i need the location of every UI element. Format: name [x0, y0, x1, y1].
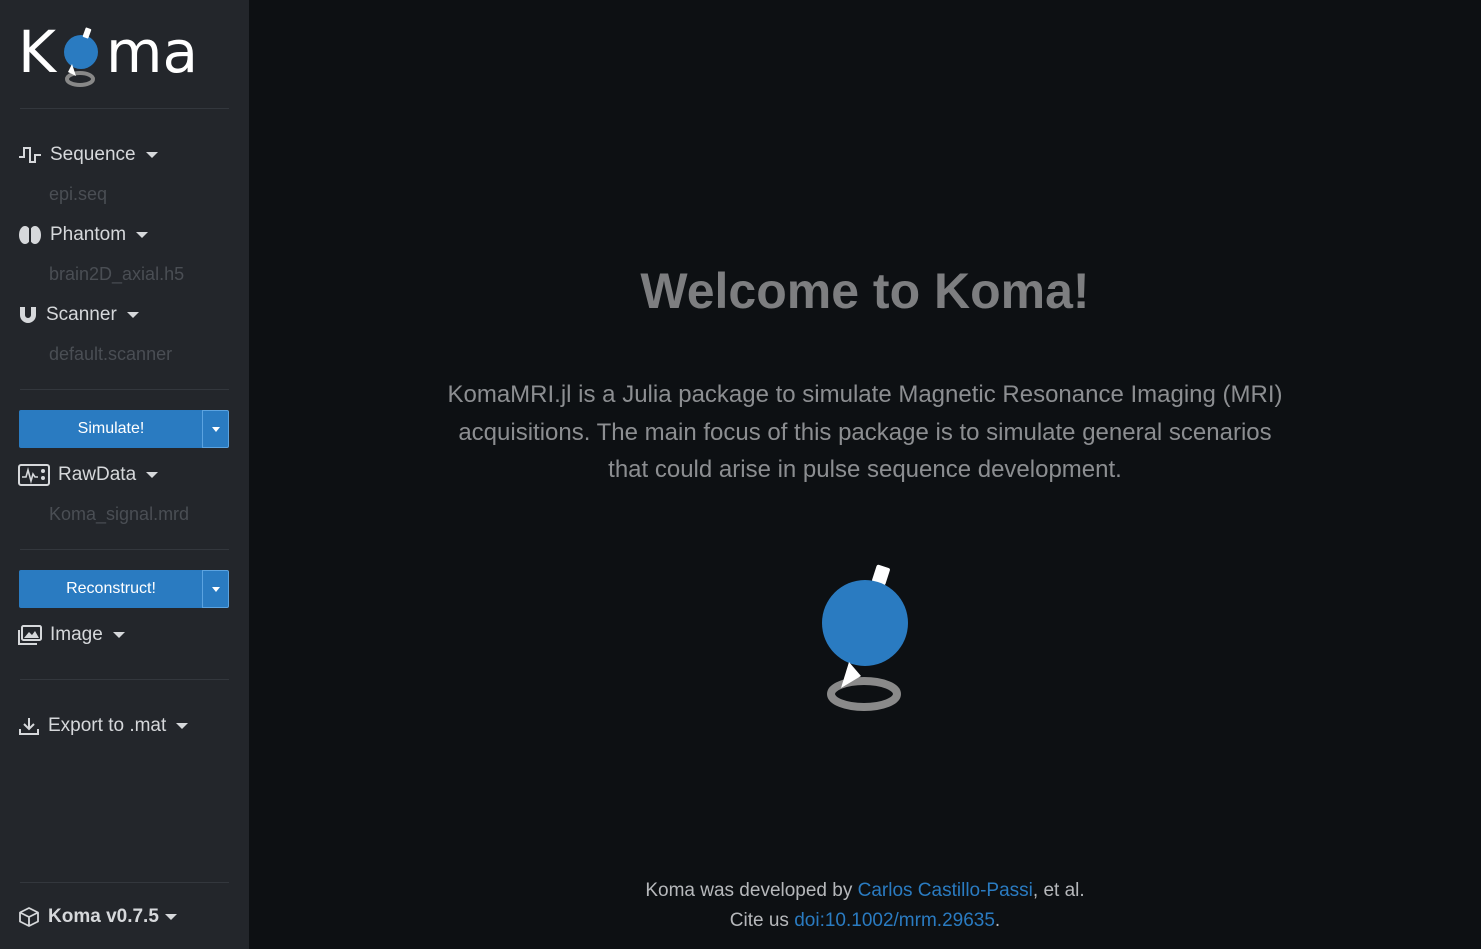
credits-line: Koma was developed by Carlos Castillo-Pa…: [249, 876, 1481, 906]
sidebar-divider: [20, 882, 229, 883]
sidebar-item-export[interactable]: Export to .mat: [18, 713, 189, 739]
rawdata-file-label: Koma_signal.mrd: [49, 504, 190, 524]
sidebar-item-scanner[interactable]: Scanner: [18, 302, 139, 328]
cite-prefix: Cite us: [729, 910, 795, 931]
sidebar-item-label: Image: [50, 624, 103, 645]
sidebar: K ma Sequence epi.seq Phantom brain2D_ax…: [0, 0, 249, 949]
version-label: Koma v0.7.5: [48, 906, 159, 927]
svg-text:K: K: [18, 18, 58, 86]
sidebar-item-label: Phantom: [50, 224, 127, 245]
author-link[interactable]: Carlos Castillo-Passi: [858, 880, 1033, 901]
credits-prefix: Koma was developed by: [645, 880, 858, 901]
sidebar-divider: [20, 108, 229, 109]
version-menu[interactable]: Koma v0.7.5: [18, 906, 177, 928]
sidebar-item-label: RawData: [58, 464, 137, 485]
sidebar-item-label: Scanner: [46, 304, 117, 325]
simulate-split-button: Simulate!: [19, 410, 229, 448]
svg-text:ma: ma: [106, 18, 198, 86]
chevron-down-icon: [164, 914, 177, 920]
doi-link[interactable]: doi:10.1002/mrm.29635: [794, 910, 995, 931]
cite-suffix: .: [994, 910, 1001, 931]
page-title: Welcome to Koma!: [640, 263, 1090, 319]
sidebar-item-rawdata[interactable]: RawData: [18, 462, 159, 488]
chevron-down-icon: [211, 586, 220, 592]
chevron-down-icon: [176, 723, 189, 729]
sequence-file-label: epi.seq: [49, 184, 108, 204]
main-content: Welcome to Koma! KomaMRI.jl is a Julia p…: [249, 0, 1481, 949]
sidebar-item-label: Sequence: [50, 144, 136, 165]
simulate-options-toggle[interactable]: [202, 410, 229, 448]
scanner-file-label: default.scanner: [49, 344, 173, 364]
reconstruct-button[interactable]: Reconstruct!: [19, 570, 202, 608]
chevron-down-icon: [145, 152, 158, 158]
koma-logo[interactable]: K ma: [18, 14, 208, 94]
chevron-down-icon: [146, 472, 159, 478]
cube-icon: [18, 906, 40, 928]
description-text: KomaMRI.jl is a Julia package to simulat…: [447, 381, 1283, 483]
sidebar-item-label: Export to .mat: [48, 715, 167, 736]
pulse-sequence-icon: [18, 144, 42, 166]
sidebar-item-image[interactable]: Image: [18, 622, 125, 648]
reconstruct-options-toggle[interactable]: [202, 570, 229, 608]
koma-ball-icon: [819, 560, 919, 720]
sidebar-divider: [20, 679, 229, 680]
brain-icon: [18, 224, 42, 246]
sidebar-item-sequence[interactable]: Sequence: [18, 142, 158, 168]
chevron-down-icon: [136, 232, 149, 238]
simulate-button[interactable]: Simulate!: [19, 410, 202, 448]
sidebar-divider: [20, 389, 229, 390]
download-icon: [18, 715, 40, 737]
chevron-down-icon: [112, 632, 125, 638]
chevron-down-icon: [211, 426, 220, 432]
sidebar-divider: [20, 549, 229, 550]
images-icon: [18, 624, 42, 646]
phantom-file-label: brain2D_axial.h5: [49, 264, 185, 284]
chevron-down-icon: [126, 312, 139, 318]
cite-line: Cite us doi:10.1002/mrm.29635.: [249, 906, 1481, 936]
koma-logo-icon: K ma: [18, 18, 198, 87]
sidebar-item-phantom[interactable]: Phantom: [18, 222, 149, 248]
signal-monitor-icon: [18, 464, 50, 486]
credits-suffix: , et al.: [1032, 880, 1085, 901]
footer: Koma was developed by Carlos Castillo-Pa…: [249, 876, 1481, 936]
reconstruct-split-button: Reconstruct!: [19, 570, 229, 608]
magnet-icon: [18, 304, 38, 326]
